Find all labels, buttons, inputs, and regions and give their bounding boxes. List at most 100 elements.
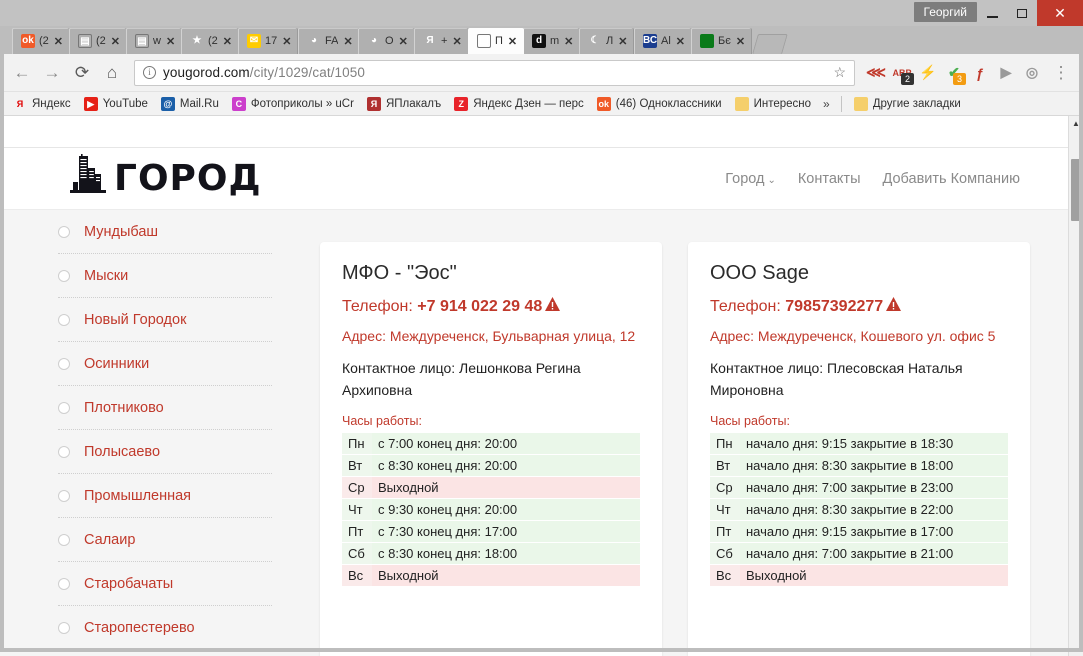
sidebar-item-city[interactable]: Полысаево xyxy=(58,430,272,474)
radio-icon[interactable] xyxy=(58,357,70,370)
site-nav-item[interactable]: Контакты xyxy=(798,171,861,187)
browser-toolbar: ← → ⟳ ⌂ i yougorod.com/city/1029/cat/105… xyxy=(0,54,1083,92)
site-nav-item[interactable]: Добавить Компанию xyxy=(883,171,1021,187)
browser-tab[interactable]: ▤ (2 ✕ xyxy=(69,28,127,54)
sidebar-item-city[interactable]: Осинники xyxy=(58,342,272,386)
site-nav-item[interactable]: Город ⌄ xyxy=(725,171,776,187)
browser-tab[interactable]: ☾ Л ✕ xyxy=(579,28,635,54)
play-icon[interactable]: ▶ xyxy=(993,59,1019,87)
browser-tab[interactable]: ✉ 17 ✕ xyxy=(238,28,299,54)
sidebar-item-city[interactable]: Плотниково xyxy=(58,386,272,430)
flash-player-icon-glyph: ƒ xyxy=(976,64,984,81)
share-icon[interactable]: ⋘ xyxy=(863,59,889,87)
other-bookmarks-label: Другие закладки xyxy=(872,97,961,110)
hours-row: Сб начало дня: 7:00 закрытие в 21:00 xyxy=(710,542,1008,565)
bookmarks-overflow-icon[interactable]: » xyxy=(819,97,834,111)
radio-icon[interactable] xyxy=(58,577,70,590)
tab-close-icon[interactable]: ✕ xyxy=(453,35,462,48)
sidebar-item-city[interactable]: Мыски xyxy=(58,254,272,298)
company-address: Адрес: Междуреченск, Кошевого ул. офис 5 xyxy=(710,328,996,344)
browser-tab[interactable]: ▤ w ✕ xyxy=(126,28,183,54)
sidebar-item-city[interactable]: Мундыбаш xyxy=(58,210,272,254)
hours-row: Вт начало дня: 8:30 закрытие в 18:00 xyxy=(710,454,1008,477)
sidebar-item-city[interactable]: Салаир xyxy=(58,518,272,562)
browser-tab[interactable]: ◕ O ✕ xyxy=(358,28,416,54)
browser-tab[interactable]: ВС Аl ✕ xyxy=(633,28,692,54)
radio-icon[interactable] xyxy=(58,269,70,282)
bookmark-item[interactable]: ok (46) Одноклассники xyxy=(592,95,727,113)
browser-tab[interactable]: ★ (2 ✕ xyxy=(181,28,240,54)
url-text: yougorod.com/city/1029/cat/1050 xyxy=(163,65,365,80)
radio-icon[interactable] xyxy=(58,401,70,414)
radio-icon[interactable] xyxy=(58,225,70,238)
sidebar-item-label: Плотниково xyxy=(84,399,164,416)
sidebar-item-city[interactable]: Промышленная xyxy=(58,474,272,518)
site-logo[interactable]: ГОРОД xyxy=(68,154,262,203)
other-bookmarks-item[interactable]: Другие закладки xyxy=(849,95,966,113)
flash-player-icon[interactable]: ƒ xyxy=(967,59,993,87)
close-button[interactable]: ✕ xyxy=(1037,0,1083,26)
browser-tab[interactable]: Я + ✕ xyxy=(414,28,469,54)
chrome-menu-button[interactable]: ⋮ xyxy=(1047,59,1075,87)
bookmark-item[interactable]: Интересно xyxy=(730,95,816,113)
back-button[interactable]: ← xyxy=(8,59,36,87)
user-profile-chip[interactable]: Георгий xyxy=(913,2,977,22)
adblock-icon[interactable]: ABP2 xyxy=(889,59,915,87)
check-circle-icon[interactable]: ✔ 3 xyxy=(941,59,967,87)
share-icon-glyph: ⋘ xyxy=(866,64,886,80)
muted-icon[interactable]: ◎ xyxy=(1019,59,1045,87)
new-tab-button[interactable] xyxy=(751,34,788,54)
radio-icon[interactable] xyxy=(58,445,70,458)
lightning-icon[interactable]: ⚡ xyxy=(915,59,941,87)
browser-tab[interactable]: ▤ П ✕ xyxy=(467,28,524,54)
tab-close-icon[interactable]: ✕ xyxy=(618,35,627,48)
bookmark-item[interactable]: Я Яндекс xyxy=(8,95,76,113)
hours-day: Вт xyxy=(710,454,740,477)
radio-icon[interactable] xyxy=(58,533,70,546)
maximize-button[interactable] xyxy=(1007,0,1037,26)
tab-close-icon[interactable]: ✕ xyxy=(675,35,684,48)
bookmark-item[interactable]: Я ЯПлакалъ xyxy=(362,95,446,113)
radio-icon[interactable] xyxy=(58,489,70,502)
tab-close-icon[interactable]: ✕ xyxy=(399,35,408,48)
warning-triangle-icon[interactable] xyxy=(886,297,902,315)
tab-close-icon[interactable]: ✕ xyxy=(166,35,175,48)
tab-close-icon[interactable]: ✕ xyxy=(282,35,291,48)
bookmark-item[interactable]: C Фотоприколы » uCr xyxy=(227,95,359,113)
tab-close-icon[interactable]: ✕ xyxy=(54,35,63,48)
home-button[interactable]: ⌂ xyxy=(98,59,126,87)
forward-button[interactable]: → xyxy=(38,59,66,87)
tab-title: Аl xyxy=(660,35,671,47)
warning-triangle-icon[interactable] xyxy=(545,297,561,315)
radio-icon[interactable] xyxy=(58,313,70,326)
address-bar[interactable]: i yougorod.com/city/1029/cat/1050 ☆ xyxy=(134,59,855,86)
extensions-area: ⋘ABP2⚡✔3 ƒ ▶ ◎ xyxy=(863,59,1045,87)
site-info-icon[interactable]: i xyxy=(143,66,156,79)
reload-button[interactable]: ⟳ xyxy=(68,59,96,87)
bookmark-item[interactable]: @ Mail.Ru xyxy=(156,95,224,113)
radio-icon[interactable] xyxy=(58,621,70,634)
tab-close-icon[interactable]: ✕ xyxy=(343,35,352,48)
sidebar-item-city[interactable]: Старопестерево xyxy=(58,606,272,650)
hours-day: Пт xyxy=(710,520,740,543)
bookmark-star-icon[interactable]: ☆ xyxy=(833,64,846,81)
bookmark-item[interactable]: ▶ YouTube xyxy=(79,95,153,113)
browser-tab[interactable]: Бє ✕ xyxy=(690,28,752,54)
bookmark-item[interactable]: Z Яндекс Дзен — перс xyxy=(449,95,589,113)
browser-tab[interactable]: ok (2 ✕ xyxy=(12,28,70,54)
hours-day: Пт xyxy=(342,520,372,543)
tab-strip: ok (2 ✕ ▤ (2 ✕ ▤ w ✕ ★ (2 ✕ ✉ 17 ✕ ◕ FA ✕ ◕ O ✕ Я + ✕ ▤ П ✕ d m ✕ ☾ Л ✕ В… xyxy=(0,26,1083,54)
browser-tab[interactable]: d m ✕ xyxy=(522,28,581,54)
sidebar-item-city[interactable]: Старобачаты xyxy=(58,562,272,606)
tab-close-icon[interactable]: ✕ xyxy=(508,35,517,48)
sidebar-item-city[interactable]: Новый Городок xyxy=(58,298,272,342)
company-phone: Телефон: +7 914 022 29 48 xyxy=(342,297,640,316)
phone-value[interactable]: +7 914 022 29 48 xyxy=(417,298,542,315)
tab-close-icon[interactable]: ✕ xyxy=(564,35,573,48)
phone-value[interactable]: 79857392277 xyxy=(785,298,883,315)
browser-tab[interactable]: ◕ FA ✕ xyxy=(297,28,360,54)
tab-close-icon[interactable]: ✕ xyxy=(736,35,745,48)
tab-close-icon[interactable]: ✕ xyxy=(111,35,120,48)
tab-close-icon[interactable]: ✕ xyxy=(223,35,232,48)
minimize-button[interactable] xyxy=(977,0,1007,26)
